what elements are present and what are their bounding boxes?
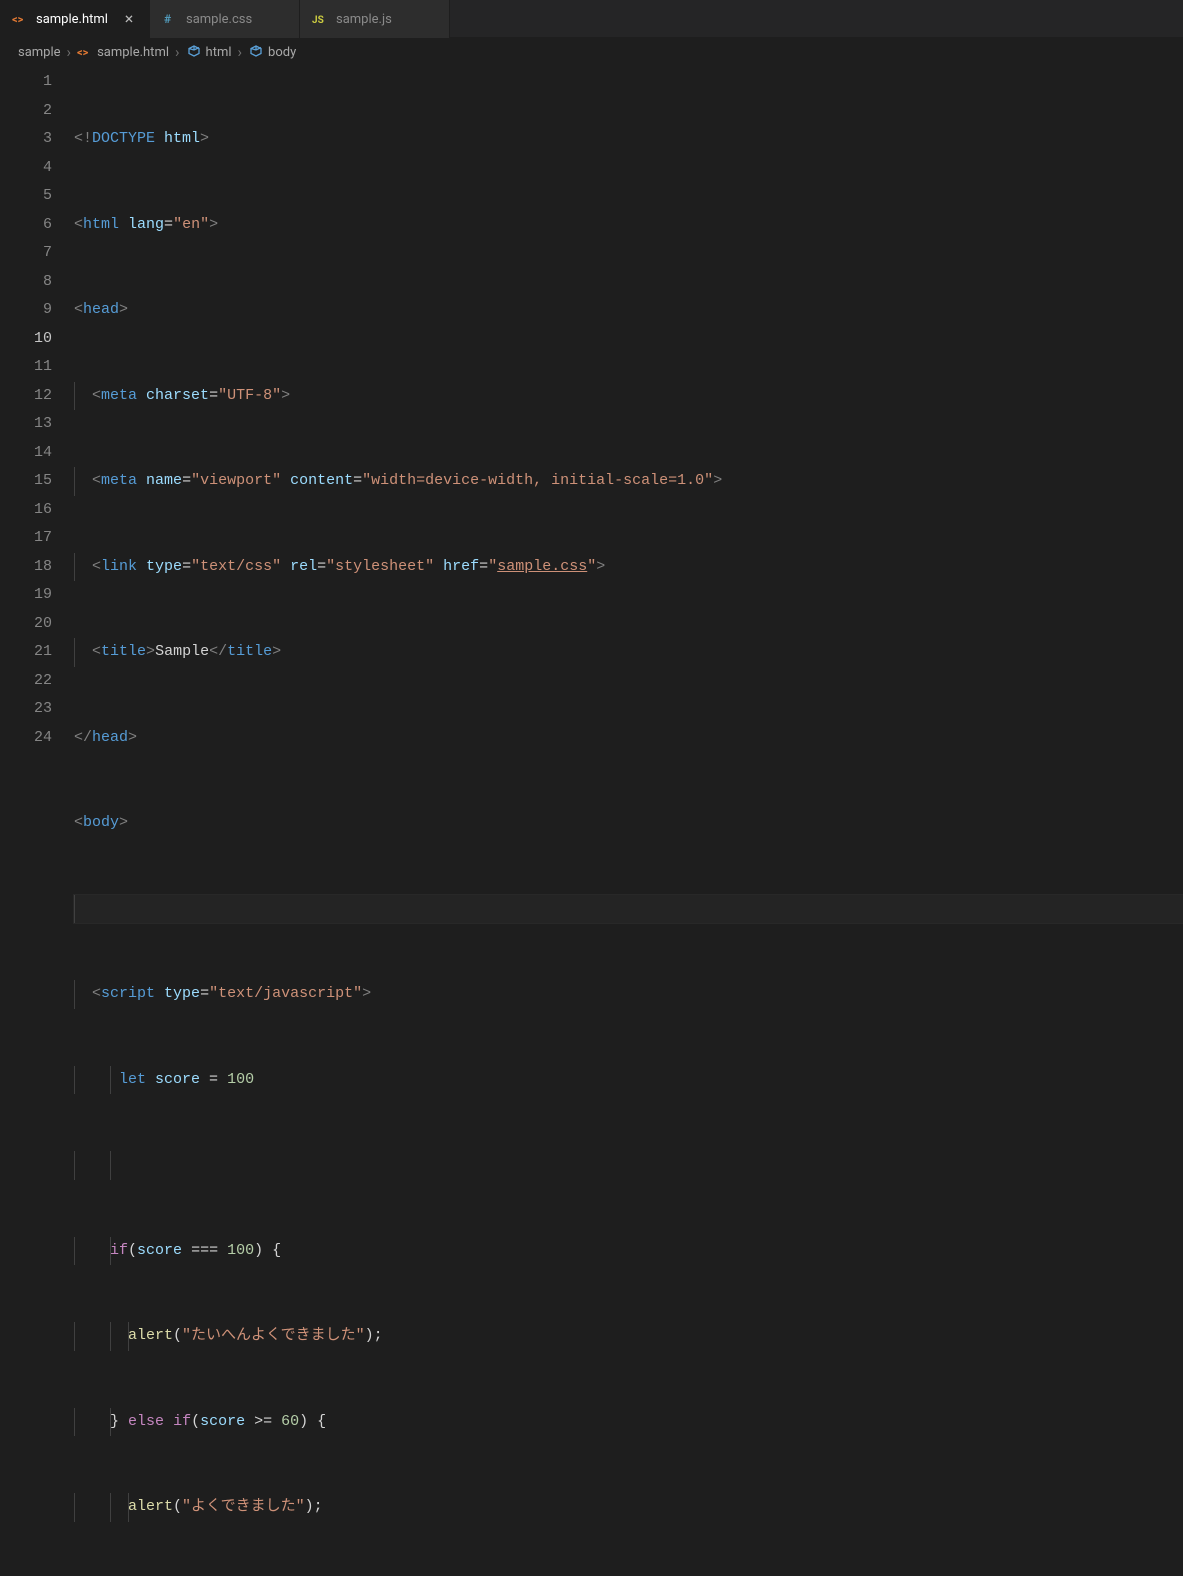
line-number: 18 — [0, 553, 52, 582]
line-number: 12 — [0, 382, 52, 411]
code-line: alert("たいへんよくできました"); — [74, 1322, 1183, 1351]
line-number: 23 — [0, 695, 52, 724]
breadcrumb-item[interactable]: <> sample.html — [77, 44, 169, 60]
line-number: 22 — [0, 667, 52, 696]
line-number: 19 — [0, 581, 52, 610]
cube-icon — [186, 44, 202, 60]
line-number: 6 — [0, 211, 52, 240]
code-line: } else if(score >= 60) { — [74, 1408, 1183, 1437]
code-area[interactable]: <!DOCTYPE html> <html lang="en"> <head> … — [74, 66, 1183, 788]
cube-icon — [248, 44, 264, 60]
line-number: 9 — [0, 296, 52, 325]
line-number: 14 — [0, 439, 52, 468]
code-line: </head> — [74, 724, 1183, 753]
code-line: alert("よくできました"); — [74, 1493, 1183, 1522]
code-line: let score = 100 — [74, 1066, 1183, 1095]
tab-bar: <> sample.html × # sample.css JS sample.… — [0, 0, 1183, 38]
js-icon: JS — [312, 11, 328, 27]
line-number: 11 — [0, 353, 52, 382]
code-line: <meta name="viewport" content="width=dev… — [74, 467, 1183, 496]
code-line: if(score === 100) { — [74, 1237, 1183, 1266]
breadcrumb-label: body — [268, 45, 296, 60]
tab-sample-css[interactable]: # sample.css — [150, 0, 300, 38]
chevron-right-icon: › — [175, 43, 180, 61]
code-line: <head> — [74, 296, 1183, 325]
chevron-right-icon: › — [238, 43, 243, 61]
line-number: 16 — [0, 496, 52, 525]
html-icon: <> — [12, 11, 28, 27]
breadcrumb-label: sample.html — [97, 45, 169, 60]
tab-sample-js[interactable]: JS sample.js — [300, 0, 450, 38]
breadcrumb-label: sample — [18, 45, 61, 60]
line-number: 2 — [0, 97, 52, 126]
code-line — [74, 895, 1183, 924]
line-number: 24 — [0, 724, 52, 753]
svg-text:#: # — [164, 12, 171, 26]
breadcrumb: sample › <> sample.html › html › body — [0, 38, 1183, 66]
tab-label: sample.js — [336, 12, 437, 27]
breadcrumb-item[interactable]: body — [248, 44, 296, 60]
code-line: <link type="text/css" rel="stylesheet" h… — [74, 553, 1183, 582]
line-number: 3 — [0, 125, 52, 154]
line-number: 15 — [0, 467, 52, 496]
code-line: <script type="text/javascript"> — [74, 980, 1183, 1009]
line-number: 7 — [0, 239, 52, 268]
tab-label: sample.css — [186, 12, 287, 27]
line-number: 1 — [0, 68, 52, 97]
svg-text:<>: <> — [77, 46, 89, 59]
line-number: 20 — [0, 610, 52, 639]
code-line: <title>Sample</title> — [74, 638, 1183, 667]
line-gutter: 1 2 3 4 5 6 7 8 9 10 11 12 13 14 15 16 1… — [0, 66, 74, 788]
code-line: <!DOCTYPE html> — [74, 125, 1183, 154]
editor[interactable]: 1 2 3 4 5 6 7 8 9 10 11 12 13 14 15 16 1… — [0, 66, 1183, 788]
breadcrumb-label: html — [206, 45, 232, 60]
line-number: 13 — [0, 410, 52, 439]
line-number: 8 — [0, 268, 52, 297]
line-number: 4 — [0, 154, 52, 183]
close-icon[interactable]: × — [121, 11, 137, 27]
breadcrumb-item[interactable]: sample — [18, 45, 61, 60]
svg-text:<>: <> — [12, 13, 24, 26]
chevron-right-icon: › — [67, 43, 72, 61]
svg-text:JS: JS — [312, 15, 324, 26]
breadcrumb-item[interactable]: html — [186, 44, 232, 60]
css-icon: # — [162, 11, 178, 27]
code-line: <meta charset="UTF-8"> — [74, 382, 1183, 411]
line-number: 10 — [0, 325, 52, 354]
line-number: 5 — [0, 182, 52, 211]
tab-sample-html[interactable]: <> sample.html × — [0, 0, 150, 38]
html-icon: <> — [77, 44, 93, 60]
code-line — [74, 1151, 1183, 1180]
line-number: 21 — [0, 638, 52, 667]
tab-label: sample.html — [36, 12, 113, 27]
line-number: 17 — [0, 524, 52, 553]
code-line: <body> — [74, 809, 1183, 838]
code-line: <html lang="en"> — [74, 211, 1183, 240]
